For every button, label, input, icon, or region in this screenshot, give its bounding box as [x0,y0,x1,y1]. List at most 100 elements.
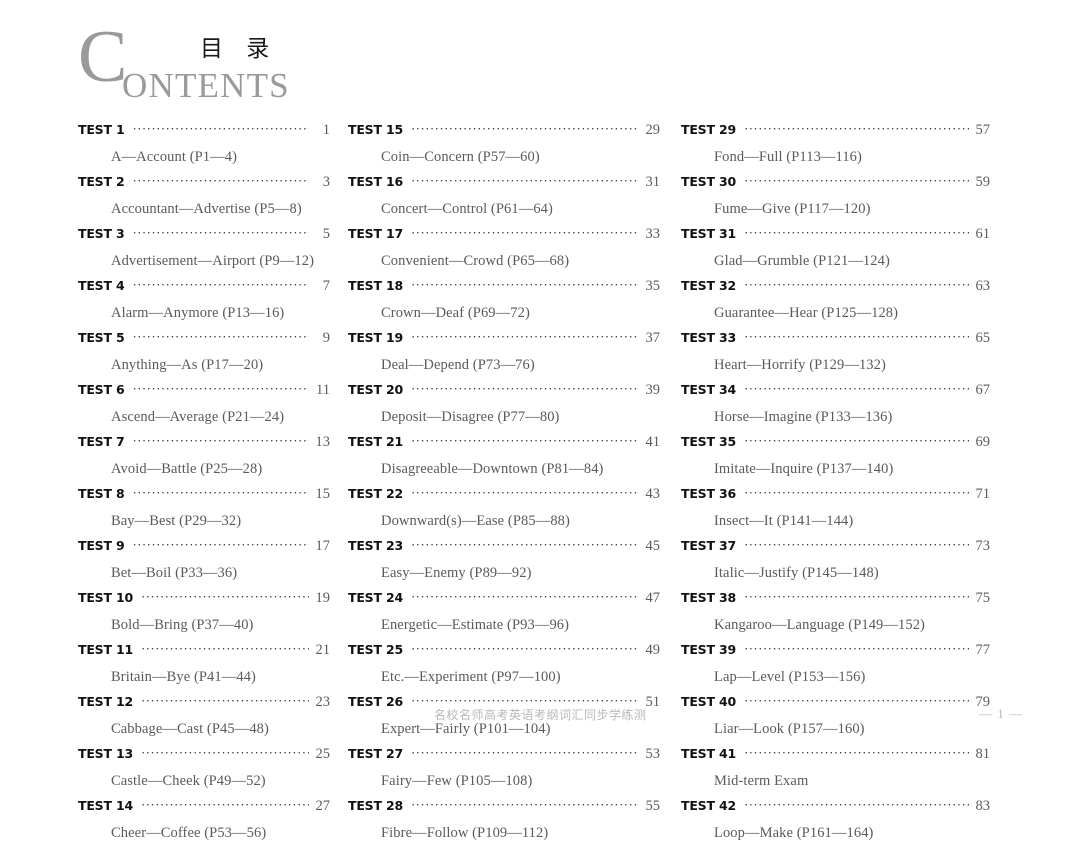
toc-entry[interactable]: TEST 1 1 A—Account (P1—4) [78,120,330,172]
toc-entry[interactable]: TEST 42 83 Loop—Make (P161—164) [681,796,990,848]
toc-entry-subtitle: Downward(s)—Ease (P85—88) [381,513,570,529]
toc-entry-line[interactable]: TEST 10 19 [78,588,330,610]
toc-entry[interactable]: TEST 16 31 Concert—Control (P61—64) [348,172,660,224]
page-footer: 名校名师高考英语考纲词汇同步学练测 — 1 — [0,706,1080,726]
toc-entry-line[interactable]: TEST 37 73 [681,536,990,558]
toc-entry-line[interactable]: TEST 5 9 [78,328,330,350]
toc-entry-line[interactable]: TEST 14 27 [78,796,330,818]
toc-entry[interactable]: TEST 39 77 Lap—Level (P153—156) [681,640,990,692]
toc-entry[interactable]: TEST 34 67 Horse—Imagine (P133—136) [681,380,990,432]
toc-entry[interactable]: TEST 24 47 Energetic—Estimate (P93—96) [348,588,660,640]
toc-leader-dots [141,796,309,810]
toc-entry-subtitle: Bold—Bring (P37—40) [111,617,254,633]
toc-entry[interactable]: TEST 25 49 Etc.—Experiment (P97—100) [348,640,660,692]
toc-entry[interactable]: TEST 10 19 Bold—Bring (P37—40) [78,588,330,640]
toc-entry-line[interactable]: TEST 27 53 [348,744,660,766]
toc-entry-line[interactable]: TEST 13 25 [78,744,330,766]
toc-entry[interactable]: TEST 11 21 Britain—Bye (P41—44) [78,640,330,692]
toc-entry-label: TEST 41 [681,746,736,761]
toc-entry[interactable]: TEST 22 43 Downward(s)—Ease (P85—88) [348,484,660,536]
toc-entry-line[interactable]: TEST 17 33 [348,224,660,246]
toc-entry-line[interactable]: TEST 28 55 [348,796,660,818]
toc-entry-page-number: 71 [975,486,991,502]
toc-entry-line[interactable]: TEST 32 63 [681,276,990,298]
toc-entry-line[interactable]: TEST 18 35 [348,276,660,298]
toc-entry-label: TEST 10 [78,590,133,605]
toc-entry[interactable]: TEST 13 25 Castle—Cheek (P49—52) [78,744,330,796]
toc-entry-label: TEST 4 [78,278,125,293]
toc-entry[interactable]: TEST 7 13 Avoid—Battle (P25—28) [78,432,330,484]
toc-entry-line[interactable]: TEST 3 5 [78,224,330,246]
toc-entry-line[interactable]: TEST 16 31 [348,172,660,194]
toc-entry[interactable]: TEST 23 45 Easy—Enemy (P89—92) [348,536,660,588]
toc-entry-line[interactable]: TEST 2 3 [78,172,330,194]
toc-entry[interactable]: TEST 15 29 Coin—Concern (P57—60) [348,120,660,172]
toc-entry-line[interactable]: TEST 23 45 [348,536,660,558]
toc-entry-line[interactable]: TEST 6 11 [78,380,330,402]
toc-entry-line[interactable]: TEST 21 41 [348,432,660,454]
toc-entry-label: TEST 39 [681,642,736,657]
toc-entry-line[interactable]: TEST 30 59 [681,172,990,194]
toc-entry-line[interactable]: TEST 34 67 [681,380,990,402]
toc-entry[interactable]: TEST 35 69 Imitate—Inquire (P137—140) [681,432,990,484]
toc-leader-dots [411,796,639,810]
toc-entry-page-number: 47 [645,590,661,606]
toc-entry-line[interactable]: TEST 38 75 [681,588,990,610]
toc-entry[interactable]: TEST 19 37 Deal—Depend (P73—76) [348,328,660,380]
toc-entry-line[interactable]: TEST 9 17 [78,536,330,558]
toc-entry[interactable]: TEST 32 63 Guarantee—Hear (P125—128) [681,276,990,328]
toc-entry-line[interactable]: TEST 20 39 [348,380,660,402]
toc-entry-line[interactable]: TEST 35 69 [681,432,990,454]
toc-entry-line[interactable]: TEST 31 61 [681,224,990,246]
toc-entry[interactable]: TEST 31 61 Glad—Grumble (P121—124) [681,224,990,276]
toc-entry-line[interactable]: TEST 4 7 [78,276,330,298]
toc-entry[interactable]: TEST 33 65 Heart—Horrify (P129—132) [681,328,990,380]
toc-entry[interactable]: TEST 6 11 Ascend—Average (P21—24) [78,380,330,432]
toc-entry-line[interactable]: TEST 22 43 [348,484,660,506]
toc-entry-subtitle: Easy—Enemy (P89—92) [381,565,532,581]
toc-entry-page-number: 41 [645,434,661,450]
toc-entry-line[interactable]: TEST 11 21 [78,640,330,662]
toc-entry[interactable]: TEST 29 57 Fond—Full (P113—116) [681,120,990,172]
toc-entry[interactable]: TEST 18 35 Crown—Deaf (P69—72) [348,276,660,328]
toc-entry[interactable]: TEST 30 59 Fume—Give (P117—120) [681,172,990,224]
toc-entry-line[interactable]: TEST 41 81 [681,744,990,766]
toc-entry[interactable]: TEST 9 17 Bet—Boil (P33—36) [78,536,330,588]
toc-entry[interactable]: TEST 3 5 Advertisement—Airport (P9—12) [78,224,330,276]
toc-leader-dots [411,692,639,706]
toc-entry-label: TEST 23 [348,538,403,553]
toc-leader-dots [744,744,969,758]
toc-entry-line[interactable]: TEST 1 1 [78,120,330,142]
toc-entry[interactable]: TEST 41 81 Mid-term Exam [681,744,990,796]
toc-entry-line[interactable]: TEST 42 83 [681,796,990,818]
toc-entry[interactable]: TEST 5 9 Anything—As (P17—20) [78,328,330,380]
toc-entry[interactable]: TEST 14 27 Cheer—Coffee (P53—56) [78,796,330,848]
toc-entry-page-number: 5 [322,226,330,242]
toc-entry-line[interactable]: TEST 15 29 [348,120,660,142]
toc-entry-line[interactable]: TEST 36 71 [681,484,990,506]
toc-entry-line[interactable]: TEST 24 47 [348,588,660,610]
toc-entry[interactable]: TEST 20 39 Deposit—Disagree (P77—80) [348,380,660,432]
toc-entry-line[interactable]: TEST 8 15 [78,484,330,506]
toc-entry-line[interactable]: TEST 19 37 [348,328,660,350]
toc-entry-line[interactable]: TEST 25 49 [348,640,660,662]
toc-entry-subtitle: Mid-term Exam [714,773,809,789]
toc-entry[interactable]: TEST 4 7 Alarm—Anymore (P13—16) [78,276,330,328]
toc-entry-page-number: 65 [975,330,991,346]
toc-entry[interactable]: TEST 38 75 Kangaroo—Language (P149—152) [681,588,990,640]
toc-entry-subtitle: Avoid—Battle (P25—28) [111,461,263,477]
toc-entry[interactable]: TEST 17 33 Convenient—Crowd (P65—68) [348,224,660,276]
toc-entry[interactable]: TEST 2 3 Accountant—Advertise (P5—8) [78,172,330,224]
toc-entry-line[interactable]: TEST 39 77 [681,640,990,662]
toc-entry[interactable]: TEST 8 15 Bay—Best (P29—32) [78,484,330,536]
toc-entry-line[interactable]: TEST 33 65 [681,328,990,350]
toc-leader-dots [744,276,969,290]
toc-entry[interactable]: TEST 36 71 Insect—It (P141—144) [681,484,990,536]
toc-entry[interactable]: TEST 37 73 Italic—Justify (P145—148) [681,536,990,588]
toc-entry-line[interactable]: TEST 29 57 [681,120,990,142]
toc-entry[interactable]: TEST 21 41 Disagreeable—Downtown (P81—84) [348,432,660,484]
toc-entry[interactable]: TEST 28 55 Fibre—Follow (P109—112) [348,796,660,848]
toc-entry-line[interactable]: TEST 7 13 [78,432,330,454]
toc-entry-page-number: 77 [975,642,991,658]
toc-entry[interactable]: TEST 27 53 Fairy—Few (P105—108) [348,744,660,796]
